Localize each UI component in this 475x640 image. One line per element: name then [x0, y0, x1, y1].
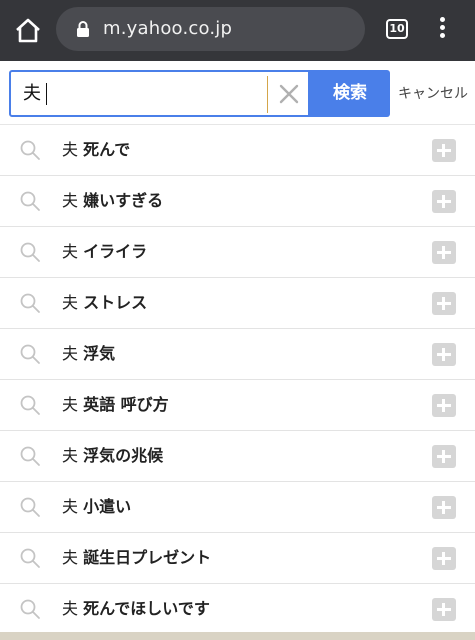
suggestion-item[interactable]: 夫 嫌いすぎる — [0, 175, 475, 226]
suggestion-prefix: 夫 — [62, 344, 79, 363]
page-content-peek — [0, 632, 475, 640]
suggestion-prefix: 夫 — [62, 395, 79, 414]
suggestion-text: 夫 浮気の兆候 — [62, 445, 163, 467]
plus-icon[interactable] — [432, 394, 456, 417]
suggestion-list: 夫 死んで夫 嫌いすぎる夫 イライラ夫 ストレス夫 浮気夫 英語 呼び方夫 浮気… — [0, 124, 475, 634]
suggestion-text: 夫 死んで — [62, 139, 130, 161]
suggestion-text: 夫 小遣い — [62, 496, 131, 518]
search-icon — [20, 497, 40, 517]
close-icon[interactable] — [277, 82, 301, 106]
suggestion-item[interactable]: 夫 誕生日プレゼント — [0, 532, 475, 583]
suggestion-completion: 死んで — [83, 140, 131, 159]
suggestion-text: 夫 ストレス — [62, 292, 147, 314]
suggestion-completion: 浮気 — [83, 344, 116, 363]
suggestion-item[interactable]: 夫 死んでほしいです — [0, 583, 475, 634]
plus-icon[interactable] — [432, 496, 456, 519]
suggestion-completion: 誕生日プレゼント — [83, 548, 212, 567]
suggestion-completion: 小遣い — [83, 497, 132, 516]
suggestion-text: 夫 誕生日プレゼント — [62, 547, 211, 569]
search-icon — [20, 395, 40, 415]
home-icon[interactable] — [14, 17, 42, 45]
text-caret — [46, 83, 47, 105]
suggestion-prefix: 夫 — [62, 446, 79, 465]
plus-icon[interactable] — [432, 241, 456, 264]
search-icon — [20, 140, 40, 160]
suggestion-item[interactable]: 夫 浮気 — [0, 328, 475, 379]
suggestion-text: 夫 英語 呼び方 — [62, 394, 169, 416]
suggestion-text: 夫 イライラ — [62, 241, 147, 263]
overflow-menu-icon[interactable] — [436, 17, 448, 43]
suggestion-text: 夫 浮気 — [62, 343, 115, 365]
plus-icon[interactable] — [432, 343, 456, 366]
address-bar[interactable]: m.yahoo.co.jp — [56, 7, 365, 51]
search-icon — [20, 446, 40, 466]
search-input[interactable]: 夫 — [9, 70, 310, 117]
suggestion-prefix: 夫 — [62, 140, 79, 159]
plus-icon[interactable] — [432, 598, 456, 621]
plus-icon[interactable] — [432, 190, 456, 213]
lock-icon — [77, 21, 89, 37]
suggestion-completion: 英語 呼び方 — [83, 395, 169, 414]
search-icon — [20, 293, 40, 313]
suggestion-item[interactable]: 夫 浮気の兆候 — [0, 430, 475, 481]
search-icon — [20, 599, 40, 619]
search-icon — [20, 344, 40, 364]
suggestion-completion: 浮気の兆候 — [83, 446, 164, 465]
suggestion-item[interactable]: 夫 ストレス — [0, 277, 475, 328]
tab-switcher-button[interactable]: 10 — [386, 19, 408, 39]
suggestion-completion: ストレス — [83, 293, 148, 312]
suggestion-completion: イライラ — [83, 242, 148, 261]
input-divider — [267, 76, 268, 113]
suggestion-item[interactable]: 夫 小遣い — [0, 481, 475, 532]
suggestion-completion: 死んでほしいです — [83, 599, 210, 618]
suggestion-prefix: 夫 — [62, 599, 79, 618]
search-query-text: 夫 — [23, 83, 41, 104]
suggestion-item[interactable]: 夫 英語 呼び方 — [0, 379, 475, 430]
url-text: m.yahoo.co.jp — [103, 18, 233, 39]
suggestion-item[interactable]: 夫 イライラ — [0, 226, 475, 277]
suggestion-prefix: 夫 — [62, 293, 79, 312]
plus-icon[interactable] — [432, 547, 456, 570]
plus-icon[interactable] — [432, 292, 456, 315]
search-icon — [20, 548, 40, 568]
suggestion-prefix: 夫 — [62, 191, 79, 210]
plus-icon[interactable] — [432, 139, 456, 162]
search-icon — [20, 242, 40, 262]
search-button[interactable]: 検索 — [310, 70, 390, 117]
search-icon — [20, 191, 40, 211]
suggestion-text: 夫 死んでほしいです — [62, 598, 210, 620]
plus-icon[interactable] — [432, 445, 456, 468]
browser-toolbar: m.yahoo.co.jp 10 — [0, 0, 475, 61]
suggestion-completion: 嫌いすぎる — [83, 191, 164, 210]
cancel-button[interactable]: キャンセル — [398, 83, 468, 103]
suggestion-item[interactable]: 夫 死んで — [0, 124, 475, 175]
suggestion-prefix: 夫 — [62, 497, 79, 516]
suggestion-text: 夫 嫌いすぎる — [62, 190, 163, 212]
suggestion-prefix: 夫 — [62, 548, 79, 567]
suggestion-prefix: 夫 — [62, 242, 79, 261]
